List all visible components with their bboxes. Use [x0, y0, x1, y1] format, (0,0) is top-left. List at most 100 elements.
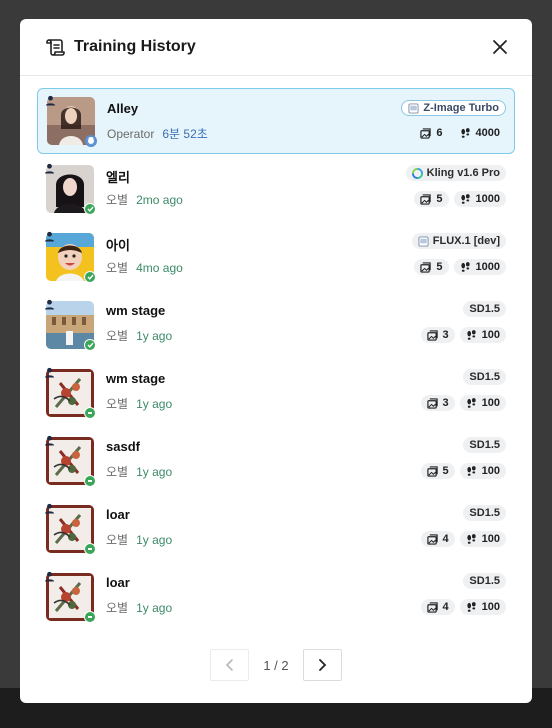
model-file-icon [408, 102, 419, 114]
timestamp: 1y ago [136, 397, 173, 411]
footsteps-icon [460, 127, 471, 139]
base-model-label: SD1.5 [469, 439, 500, 451]
step-count-value: 100 [481, 601, 500, 613]
base-model-badge: SD1.5 [463, 301, 506, 317]
status-minus-icon [84, 543, 96, 555]
footsteps-icon [466, 465, 477, 477]
image-icon [420, 261, 432, 273]
user-icon [44, 367, 55, 378]
base-model-label: SD1.5 [469, 371, 500, 383]
base-model-label: SD1.5 [469, 303, 500, 315]
owner-name: 오별 [106, 533, 129, 547]
image-count: 6 [414, 125, 448, 141]
model-thumbnail [44, 299, 96, 351]
base-model-badge: SD1.5 [463, 505, 506, 521]
base-model-badge: FLUX.1 [dev] [411, 233, 506, 249]
row-meta: 오별 2mo ago [106, 191, 183, 208]
timestamp: 2mo ago [136, 193, 183, 207]
base-model-badge: SD1.5 [463, 437, 506, 453]
user-icon [44, 435, 55, 446]
base-model-label: Kling v1.6 Pro [426, 167, 500, 179]
history-row[interactable]: Alley Operator 6분 52초 Z-Image Turbo 6 4000 [37, 88, 515, 154]
close-button[interactable] [490, 37, 510, 57]
pagination: 1 / 2 [20, 649, 532, 681]
row-meta: 오별 1y ago [106, 395, 172, 412]
training-history-dialog: Training History Alley Operator 6분 52초 Z-Im… [20, 19, 532, 703]
footsteps-icon [460, 261, 471, 273]
timestamp: 1y ago [136, 465, 173, 479]
history-row[interactable]: sasdf 오별 1y ago SD1.5 5 100 [37, 428, 515, 492]
image-icon [420, 127, 432, 139]
image-count: 3 [420, 327, 455, 343]
owner-name: 오별 [106, 465, 129, 479]
prev-page-button[interactable] [210, 649, 250, 681]
image-count-value: 3 [442, 329, 449, 341]
image-count: 5 [414, 191, 449, 207]
step-count: 1000 [453, 191, 506, 207]
owner-name: 오별 [106, 329, 129, 343]
model-thumbnail [44, 571, 96, 623]
history-row[interactable]: wm stage 오별 1y ago SD1.5 3 100 [37, 360, 515, 424]
status-minus-icon [84, 611, 96, 623]
model-thumbnail [44, 163, 96, 215]
timestamp: 6분 52초 [162, 127, 208, 141]
image-count-value: 3 [442, 397, 449, 409]
next-page-button[interactable] [302, 649, 342, 681]
row-meta: 오별 4mo ago [106, 259, 183, 276]
step-count: 100 [459, 531, 506, 547]
scroll-history-icon [44, 36, 66, 58]
status-check-icon [84, 271, 96, 283]
history-row[interactable]: 아이오별 4mo ago FLUX.1 [dev] 5 1000 [37, 224, 515, 288]
dialog-title: Training History [74, 38, 196, 55]
model-thumbnail [44, 435, 96, 487]
base-model-label: SD1.5 [469, 507, 500, 519]
footsteps-icon [460, 193, 471, 205]
timestamp: 1y ago [136, 329, 173, 343]
training-stats: 3 100 [420, 327, 506, 343]
base-model-label: Z-Image Turbo [423, 102, 499, 114]
training-spinner-icon [85, 135, 97, 147]
image-count-value: 4 [442, 533, 449, 545]
user-icon [44, 571, 55, 582]
training-stats: 3 100 [420, 395, 506, 411]
status-minus-icon [84, 475, 96, 487]
history-row[interactable]: wm stage 오별 1y ago SD1.5 3 100 [37, 292, 515, 356]
model-name: 아이 [106, 238, 130, 253]
image-count-value: 6 [436, 127, 443, 139]
user-icon [44, 163, 55, 174]
training-history-list: Alley Operator 6분 52초 Z-Image Turbo 6 4000 엘리 오… [20, 76, 532, 628]
history-row[interactable]: 엘리 오별 2mo ago Kling v1.6 Pro 5 1000 [37, 156, 515, 220]
row-meta: 오별 1y ago [106, 327, 172, 344]
step-count: 100 [459, 599, 506, 615]
base-model-label: SD1.5 [469, 575, 500, 587]
row-meta: 오별 1y ago [106, 531, 172, 548]
image-count: 5 [420, 463, 455, 479]
base-model-badge: Kling v1.6 Pro [405, 165, 506, 181]
status-check-icon [84, 203, 96, 215]
image-count: 4 [420, 531, 455, 547]
owner-name: Operator [107, 127, 155, 141]
close-icon [493, 40, 507, 54]
history-row[interactable]: loar 오별 1y ago SD1.5 4 100 [37, 564, 515, 628]
step-count: 100 [459, 395, 506, 411]
dialog-header: Training History [20, 19, 532, 76]
history-row[interactable]: loar 오별 1y ago SD1.5 4 100 [37, 496, 515, 560]
model-file-icon [418, 235, 429, 247]
image-icon [426, 533, 438, 545]
model-name: wm stage [106, 303, 166, 318]
row-meta: 오별 1y ago [106, 599, 172, 616]
model-thumbnail [45, 95, 97, 147]
training-stats: 4 100 [420, 531, 506, 547]
footsteps-icon [466, 397, 477, 409]
base-model-label: FLUX.1 [dev] [432, 235, 500, 247]
training-stats: 5 100 [420, 463, 506, 479]
row-meta: 오별 1y ago [106, 463, 172, 480]
step-count: 4000 [454, 125, 506, 141]
training-stats: 5 1000 [414, 259, 506, 275]
image-icon [420, 193, 432, 205]
footsteps-icon [466, 601, 477, 613]
image-count: 3 [420, 395, 455, 411]
image-icon [426, 601, 438, 613]
model-name: sasdf [106, 439, 140, 454]
kling-logo-icon [411, 167, 423, 179]
